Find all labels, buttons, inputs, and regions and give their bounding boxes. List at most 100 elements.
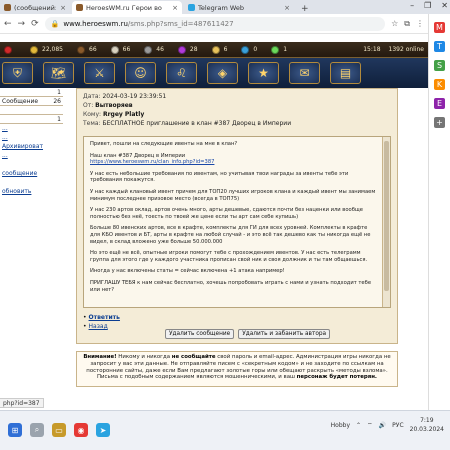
add-icon[interactable]: +	[434, 117, 445, 128]
resource-icon	[77, 45, 85, 54]
left-col-link[interactable]: ...	[0, 133, 63, 142]
online-count: 1392 online	[388, 46, 424, 53]
resource-icon	[177, 45, 186, 54]
menu-icon[interactable]: ⋮	[416, 19, 424, 29]
subject-value: БЕСПЛАТНОЕ приглашение в клан #387 Дворе…	[102, 120, 292, 127]
back-link[interactable]: Назад	[89, 323, 108, 330]
resource-value: 66	[89, 46, 97, 53]
message-paragraph: У нас есть небольшие требования по ивент…	[90, 170, 349, 184]
resource-value: 66	[122, 46, 131, 53]
scroll-icon[interactable]: ✉	[289, 62, 320, 84]
reload-icon[interactable]: ⟳	[31, 19, 39, 29]
weather-label[interactable]: Hobby	[331, 422, 350, 429]
chat-icon[interactable]: ▤	[330, 62, 361, 84]
wifi-icon[interactable]: ⌔	[367, 421, 373, 429]
message-scrollbar[interactable]	[382, 137, 390, 307]
lion-icon[interactable]: ♌	[166, 62, 197, 84]
sheets-icon[interactable]: S	[434, 60, 445, 71]
message-paragraph: Больше 80 ивенских артов, все в крафте, …	[90, 225, 371, 245]
delete-message-button[interactable]: Удалить сообщение	[165, 329, 235, 339]
browser-tab[interactable]: HeroesWM.ru Герои во ×	[72, 1, 182, 14]
chrome-icon[interactable]: ◉	[74, 423, 88, 437]
url-input[interactable]: 🔒 www.heroeswm.ru /sms.php?sms_id=487611…	[44, 16, 386, 31]
hero-portrait-icon[interactable]: ☺	[125, 62, 156, 84]
left-col-count: 1	[57, 88, 61, 96]
new-tab-button[interactable]: +	[296, 4, 314, 14]
left-col-row[interactable]: 1	[0, 115, 63, 124]
tray-arrow-icon[interactable]: ⌃	[356, 422, 361, 429]
file-explorer-icon[interactable]: ▭	[52, 423, 66, 437]
swords-icon[interactable]: ⚔	[84, 62, 115, 84]
resource-item: 22,085	[30, 45, 63, 54]
tab-close-icon[interactable]: ×	[172, 4, 178, 12]
shield-icon[interactable]: ⛨	[2, 62, 33, 84]
search-icon[interactable]: ⌕	[30, 423, 44, 437]
resource-item	[4, 45, 16, 54]
status-url: php?id=387	[0, 398, 44, 408]
message-actions: • Ответить • Назад	[83, 314, 120, 330]
resource-item: 66	[77, 45, 97, 54]
left-col-row[interactable]	[0, 106, 63, 115]
left-col-count: 26	[53, 97, 61, 105]
message-paragraph: Но это ещё не всё, опытные игроки помогу…	[90, 250, 368, 263]
left-col-link[interactable]	[0, 178, 63, 187]
left-col-link[interactable]	[0, 196, 63, 205]
extension-sidebar: M T S K E +	[428, 14, 450, 410]
message-panel: Дата: 2024-03-19 23:39:51 От: Вытворяев …	[76, 88, 398, 344]
message-body: Привет, пошли на следующие ивенты на мне…	[84, 137, 382, 307]
map-icon[interactable]: 🗺	[43, 62, 74, 84]
resource-value: 22,085	[42, 46, 63, 53]
left-col-link[interactable]: ...	[0, 124, 63, 133]
left-col-link[interactable]: сообщение	[0, 169, 63, 178]
resource-icon	[211, 45, 220, 54]
scrollbar-thumb[interactable]	[384, 141, 389, 291]
resource-value: 46	[156, 46, 164, 53]
from-label: От:	[83, 102, 94, 109]
url-path: /sms.php?sms_id=487611427	[127, 19, 234, 28]
left-col-row[interactable]: 1	[0, 88, 63, 97]
security-warning: Внимание! Никому и никогда не сообщайте …	[76, 351, 398, 387]
message-paragraph: У нас 230 артов оклад, артов очень много…	[90, 207, 363, 220]
left-col-link[interactable]: Архивироват	[0, 142, 63, 151]
telegram-icon[interactable]: ➤	[96, 423, 110, 437]
minimize-button[interactable]: –	[410, 1, 414, 10]
tab-close-icon[interactable]: ×	[284, 4, 290, 12]
bookmark-star-icon[interactable]: ☆	[391, 19, 398, 29]
online-status: 15:18 1392 online	[363, 46, 424, 53]
reply-link[interactable]: Ответить	[89, 314, 120, 321]
keep-icon[interactable]: K	[434, 79, 445, 90]
message-paragraph: ПРИГЛАШУ ТЕБЯ к нам сейчас бесплатно, хо…	[90, 279, 372, 293]
gmail-icon[interactable]: M	[434, 22, 445, 33]
to-value[interactable]: Rrgey Platly	[103, 111, 144, 118]
date-label: Дата:	[83, 93, 101, 100]
gems-icon[interactable]: ◈	[207, 62, 238, 84]
forward-icon[interactable]: →	[18, 19, 26, 29]
maximize-button[interactable]: ❐	[424, 1, 431, 10]
tab-close-icon[interactable]: ×	[60, 4, 66, 12]
translate-icon[interactable]: T	[434, 41, 445, 52]
resource-bar: 22,085 66 66 46 28 6 0 1 15:18 1392 online	[0, 42, 428, 58]
extension-icon[interactable]: E	[434, 98, 445, 109]
tab-favicon-icon	[4, 4, 11, 11]
clock[interactable]: 7:19 20.03.2024	[410, 416, 444, 434]
from-value[interactable]: Вытворяев	[95, 102, 132, 109]
left-col-link[interactable]: ...	[0, 151, 63, 160]
browser-tab[interactable]: (сообщений: 19 из×	[0, 1, 70, 14]
browser-tab[interactable]: Telegram Web ×	[184, 1, 294, 14]
left-col-row[interactable]: Сообщение 26	[0, 97, 63, 106]
delete-and-ban-button[interactable]: Удалить и забанить автора	[238, 329, 331, 339]
left-column: 1 Сообщение 26 1...... Архивироват... сообщен…	[0, 88, 63, 406]
volume-icon[interactable]: 🔊	[379, 422, 386, 429]
resource-icon	[271, 45, 280, 54]
message-meta: Дата: 2024-03-19 23:39:51 От: Вытворяев …	[77, 89, 397, 131]
star-icon[interactable]: ★	[248, 62, 279, 84]
clan-link[interactable]: https://www.heroeswm.ru/clan_info.php?id…	[90, 159, 214, 165]
extensions-icon[interactable]: ⧉	[404, 19, 410, 29]
close-window-button[interactable]: ✕	[441, 1, 448, 10]
back-icon[interactable]: ←	[4, 19, 12, 29]
date-value: 2024-03-19 23:39:51	[102, 93, 167, 100]
left-col-link[interactable]	[0, 160, 63, 169]
language-indicator[interactable]: РУС	[392, 422, 403, 429]
left-col-link[interactable]: обновить	[0, 187, 63, 196]
start-icon[interactable]: ⊞	[8, 423, 22, 437]
